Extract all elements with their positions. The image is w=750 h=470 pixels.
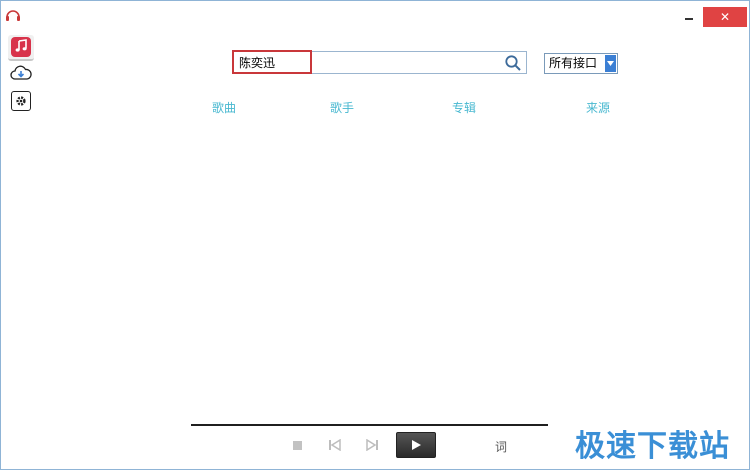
play-icon: [410, 436, 422, 455]
column-header-artist[interactable]: 歌手: [330, 99, 354, 116]
source-select-value: 所有接口: [549, 56, 598, 70]
headphones-icon: [5, 7, 21, 21]
column-header-song[interactable]: 歌曲: [212, 99, 236, 116]
gear-icon: [15, 92, 27, 111]
next-icon: [365, 436, 379, 455]
close-button[interactable]: ✕: [703, 7, 747, 27]
column-header-source[interactable]: 来源: [586, 99, 610, 116]
search-input[interactable]: [233, 52, 498, 73]
next-button[interactable]: [363, 438, 381, 452]
stop-button[interactable]: [290, 438, 304, 452]
music-note-icon: [14, 38, 28, 57]
previous-button[interactable]: [326, 438, 344, 452]
cloud-download-icon: [10, 64, 32, 86]
previous-icon: [328, 436, 342, 455]
sidebar-item-cloud[interactable]: [10, 64, 32, 86]
sidebar-item-music[interactable]: [8, 35, 34, 61]
minimize-button[interactable]: [681, 11, 697, 25]
source-select[interactable]: 所有接口: [544, 53, 618, 74]
search-box: [232, 51, 527, 74]
chevron-down-icon[interactable]: [605, 55, 616, 72]
column-header-album[interactable]: 专辑: [452, 99, 476, 116]
play-button[interactable]: [396, 432, 436, 458]
search-icon[interactable]: [504, 54, 522, 72]
watermark: 极速下载站: [575, 429, 730, 464]
close-icon: ✕: [719, 10, 731, 24]
sidebar-item-settings[interactable]: [11, 91, 31, 111]
progress-bar[interactable]: [191, 424, 548, 426]
app-window: ✕ 陈奕迅 所有接口 歌曲 歌手 专辑 来源 词 极速下载站: [0, 0, 750, 470]
lyrics-button[interactable]: 词: [495, 438, 507, 455]
